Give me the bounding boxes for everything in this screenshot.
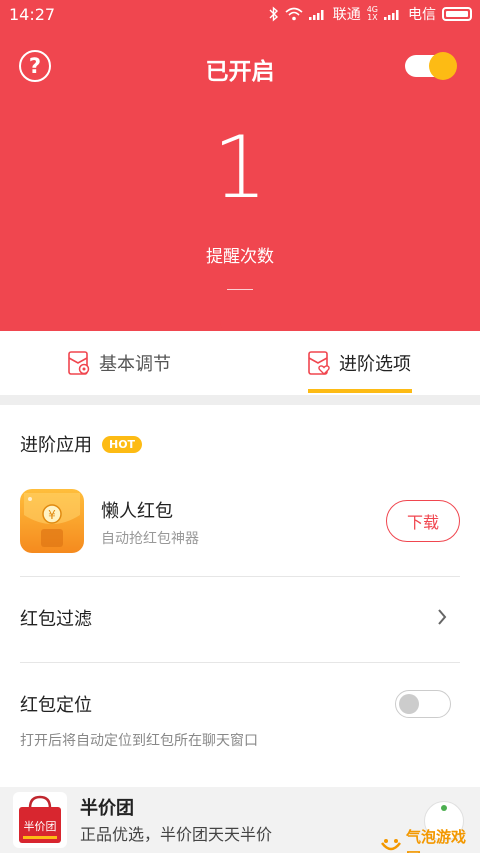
carrier-1-label: 联通 (332, 7, 361, 23)
tab-bar: 基本调节 进阶选项 (0, 331, 480, 395)
locate-description: 打开后将自动定位到红包所在聊天窗口 (20, 733, 258, 749)
header-panel: 14:27 联通 4G 1X 电信 ? 已开启 1 提醒次数 (0, 0, 480, 340)
signal-icon-2 (384, 8, 402, 20)
status-bar: 14:27 联通 4G 1X 电信 (0, 0, 480, 28)
tab-advanced-options[interactable]: 进阶选项 (307, 331, 411, 395)
download-button[interactable]: 下载 (386, 500, 460, 542)
battery-icon (442, 7, 472, 21)
tab-advanced-label: 进阶选项 (339, 354, 411, 375)
status-indicators: 联通 4G 1X 电信 (269, 4, 472, 24)
svg-text:¥: ¥ (48, 508, 56, 522)
ad-description: 正品优选，半价团天天半价 (80, 825, 273, 844)
network-bottom-label: 1X (367, 13, 378, 22)
section-title-text: 进阶应用 (20, 435, 92, 456)
red-envelope-app-icon: ¥ (20, 489, 84, 553)
red-envelope-filter-row[interactable]: 红包过滤 (0, 577, 480, 661)
divider-dash (227, 289, 253, 290)
section-divider (0, 395, 480, 405)
toggle-knob (429, 52, 457, 80)
watermark-text: 气泡游戏网 (406, 828, 467, 853)
tab-basic-settings[interactable]: 基本调节 (67, 331, 171, 395)
master-toggle[interactable] (405, 52, 457, 80)
signal-icon (308, 8, 327, 20)
reminder-count-label: 提醒次数 (206, 247, 274, 267)
bluetooth-icon (269, 6, 279, 22)
status-dot (441, 805, 447, 811)
tab-basic-label: 基本调节 (99, 354, 171, 375)
ad-title: 半价团 (80, 798, 134, 819)
locate-toggle[interactable] (395, 690, 451, 718)
red-envelope-locate-row: 红包定位 打开后将自动定位到红包所在聊天窗口 (0, 663, 480, 763)
ad-icon-text: 半价团 (24, 819, 57, 833)
app-promo-row[interactable]: ¥ 懒人红包 自动抢红包神器 下载 (0, 485, 480, 561)
shopping-bag-icon: 半价团 (13, 792, 67, 848)
app-description: 自动抢红包神器 (101, 531, 199, 547)
smiley-logo-icon (380, 837, 402, 853)
carrier-2-label: 电信 (408, 7, 436, 23)
wifi-icon (285, 7, 303, 21)
reminder-count: 1 (212, 118, 268, 218)
app-name: 懒人红包 (101, 501, 173, 522)
envelope-gear-icon (67, 350, 91, 376)
hot-badge: HOT (102, 435, 143, 453)
active-tab-indicator (308, 389, 412, 393)
site-watermark: 气泡游戏网 (380, 826, 480, 853)
section-title: 进阶应用 HOT (20, 431, 143, 457)
network-type: 4G 1X (367, 6, 378, 22)
status-time: 14:27 (9, 5, 56, 24)
app-screen: 14:27 联通 4G 1X 电信 ? 已开启 1 提醒次数 基本调节 进阶选项… (0, 0, 480, 853)
toggle-knob (399, 694, 419, 714)
locate-label: 红包定位 (20, 695, 92, 716)
chevron-right-icon (436, 607, 448, 631)
filter-label: 红包过滤 (20, 609, 92, 630)
envelope-heart-icon (307, 350, 331, 376)
